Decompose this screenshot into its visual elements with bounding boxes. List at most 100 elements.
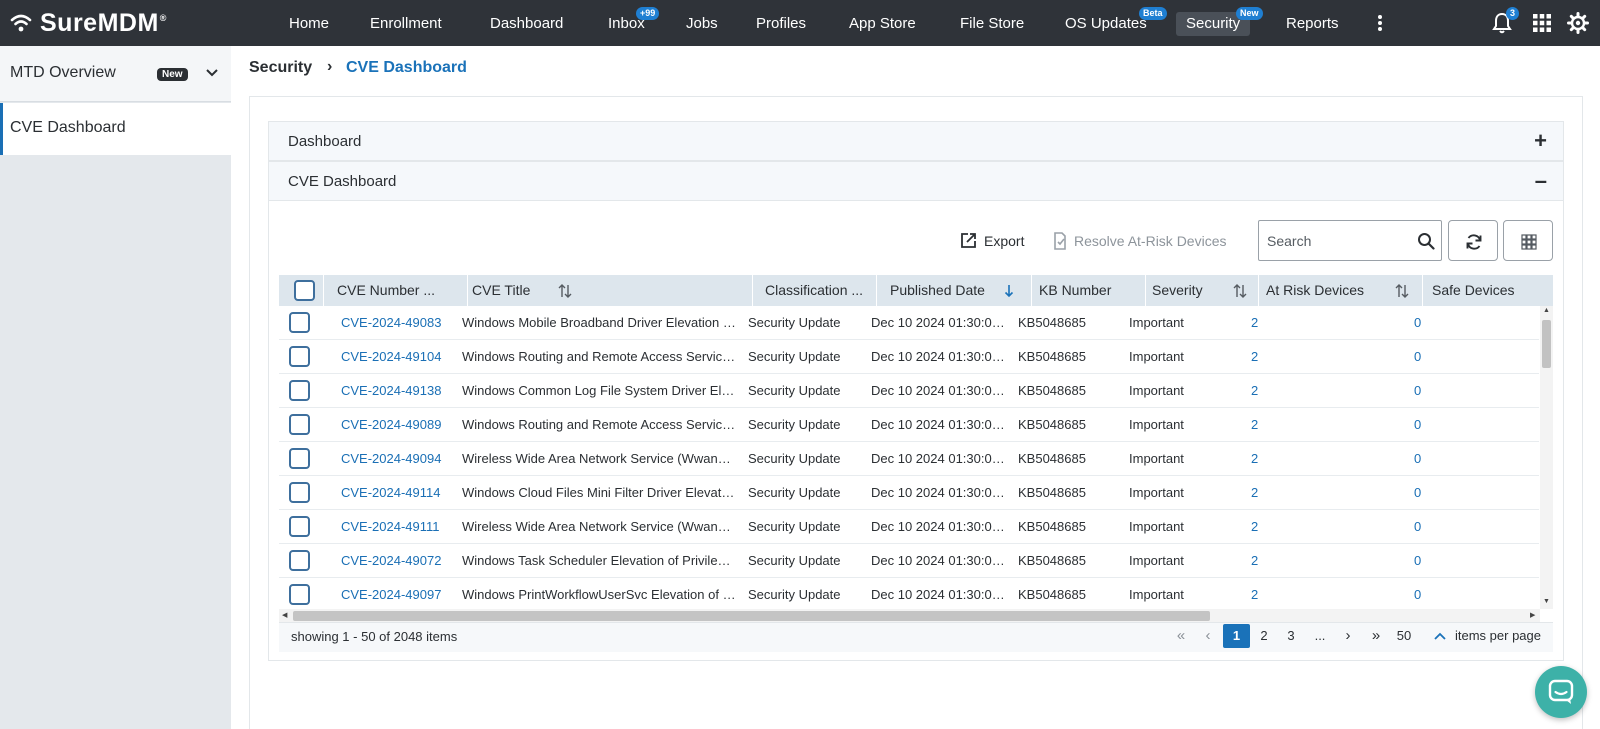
cell-cve-number[interactable]: CVE-2024-49094 (341, 442, 456, 476)
chat-support-button[interactable] (1535, 666, 1587, 718)
row-checkbox[interactable] (289, 516, 310, 537)
refresh-button[interactable] (1448, 220, 1498, 261)
scroll-down-icon[interactable]: ▼ (1543, 598, 1550, 605)
cell-safe-devices[interactable]: 0 (1414, 306, 1444, 340)
table-row[interactable]: CVE-2024-49097 Windows PrintWorkflowUserS… (279, 578, 1539, 609)
collapse-minus-icon[interactable]: – (1535, 168, 1547, 194)
accordion-dashboard[interactable]: Dashboard + (268, 121, 1564, 161)
sort-both-icon[interactable] (558, 283, 572, 299)
next-page-icon[interactable]: › (1341, 624, 1355, 648)
sort-down-icon[interactable] (1004, 283, 1014, 299)
col-at-risk-devices[interactable]: At Risk Devices (1266, 275, 1364, 306)
nav-profiles[interactable]: Profiles (756, 0, 806, 46)
nav-enrollment[interactable]: Enrollment (370, 0, 442, 46)
first-page-icon[interactable]: « (1173, 624, 1189, 648)
select-all-checkbox[interactable] (294, 280, 315, 301)
nav-file-store[interactable]: File Store (960, 0, 1024, 46)
sidebar-group-mtd-overview[interactable]: MTD Overview New (0, 46, 231, 102)
cell-safe-devices[interactable]: 0 (1414, 578, 1444, 609)
cell-safe-devices[interactable]: 0 (1414, 340, 1444, 374)
cell-at-risk-devices[interactable]: 2 (1251, 374, 1281, 408)
horizontal-scrollbar[interactable]: ◀ ▶ (279, 609, 1540, 622)
horizontal-scroll-thumb[interactable] (293, 611, 1210, 621)
nav-reports[interactable]: Reports (1286, 0, 1339, 46)
row-checkbox[interactable] (289, 312, 310, 333)
cell-safe-devices[interactable]: 0 (1414, 476, 1444, 510)
table-row[interactable]: CVE-2024-49094 Wireless Wide Area Network… (279, 442, 1539, 476)
row-checkbox[interactable] (289, 584, 310, 605)
gear-icon[interactable] (1566, 11, 1590, 35)
prev-page-icon[interactable]: ‹ (1201, 624, 1215, 648)
table-row[interactable]: CVE-2024-49072 Windows Task Scheduler Ele… (279, 544, 1539, 578)
breadcrumb-security[interactable]: Security (249, 59, 312, 77)
nav-app-store[interactable]: App Store (849, 0, 916, 46)
brand-logo[interactable]: SureMDM® (10, 8, 167, 38)
cell-at-risk-devices[interactable]: 2 (1251, 442, 1281, 476)
page-1[interactable]: 1 (1223, 624, 1250, 648)
vertical-scroll-thumb[interactable] (1542, 320, 1551, 368)
col-safe-devices[interactable]: Safe Devices (1432, 275, 1514, 306)
search-icon[interactable] (1417, 232, 1435, 250)
cell-safe-devices[interactable]: 0 (1414, 442, 1444, 476)
cell-cve-number[interactable]: CVE-2024-49097 (341, 578, 456, 609)
cell-safe-devices[interactable]: 0 (1414, 374, 1444, 408)
cell-at-risk-devices[interactable]: 2 (1251, 510, 1281, 544)
cell-safe-devices[interactable]: 0 (1414, 510, 1444, 544)
cell-cve-number[interactable]: CVE-2024-49114 (341, 476, 456, 510)
row-checkbox[interactable] (289, 414, 310, 435)
vertical-scrollbar[interactable]: ▲ ▼ (1540, 306, 1553, 609)
apps-grid-icon[interactable] (1530, 11, 1554, 35)
col-kb-number[interactable]: KB Number (1039, 275, 1111, 306)
table-row[interactable]: CVE-2024-49104 Windows Routing and Remote… (279, 340, 1539, 374)
page-2[interactable]: 2 (1256, 624, 1272, 648)
scroll-up-icon[interactable]: ▲ (1543, 307, 1550, 314)
cell-cve-number[interactable]: CVE-2024-49089 (341, 408, 456, 442)
row-checkbox[interactable] (289, 380, 310, 401)
page-size-select[interactable]: 50 (1394, 624, 1414, 648)
sort-both-icon[interactable] (1395, 283, 1409, 299)
cell-at-risk-devices[interactable]: 2 (1251, 578, 1281, 609)
sidebar-item-cve-dashboard[interactable]: CVE Dashboard (0, 103, 231, 155)
row-checkbox[interactable] (289, 482, 310, 503)
cell-cve-number[interactable]: CVE-2024-49104 (341, 340, 456, 374)
kebab-icon[interactable] (1377, 13, 1383, 33)
cell-at-risk-devices[interactable]: 2 (1251, 306, 1281, 340)
table-row[interactable]: CVE-2024-49111 Wireless Wide Area Network… (279, 510, 1539, 544)
page-3[interactable]: 3 (1283, 624, 1299, 648)
cell-cve-number[interactable]: CVE-2024-49083 (341, 306, 456, 340)
nav-home[interactable]: Home (289, 0, 329, 46)
col-cve-number[interactable]: CVE Number ... (337, 275, 435, 306)
nav-os-updates[interactable]: OS Updates (1065, 0, 1147, 46)
col-classification[interactable]: Classification ... (765, 275, 863, 306)
row-checkbox[interactable] (289, 448, 310, 469)
col-cve-title[interactable]: CVE Title (472, 275, 530, 306)
export-button[interactable]: Export (960, 232, 1024, 249)
chevron-down-icon[interactable] (205, 68, 219, 78)
accordion-cve-dashboard[interactable]: CVE Dashboard – (268, 161, 1564, 201)
cell-at-risk-devices[interactable]: 2 (1251, 408, 1281, 442)
cell-at-risk-devices[interactable]: 2 (1251, 340, 1281, 374)
cell-cve-number[interactable]: CVE-2024-49138 (341, 374, 456, 408)
cell-at-risk-devices[interactable]: 2 (1251, 476, 1281, 510)
table-row[interactable]: CVE-2024-49083 Windows Mobile Broadband D… (279, 306, 1539, 340)
cell-safe-devices[interactable]: 0 (1414, 544, 1444, 578)
last-page-icon[interactable]: » (1368, 624, 1384, 648)
column-chooser-button[interactable] (1503, 220, 1553, 261)
cell-safe-devices[interactable]: 0 (1414, 408, 1444, 442)
row-checkbox[interactable] (289, 346, 310, 367)
col-severity[interactable]: Severity (1152, 275, 1203, 306)
table-row[interactable]: CVE-2024-49114 Windows Cloud Files Mini F… (279, 476, 1539, 510)
expand-plus-icon[interactable]: + (1534, 128, 1547, 154)
nav-dashboard[interactable]: Dashboard (490, 0, 563, 46)
resolve-at-risk-button[interactable]: Resolve At-Risk Devices (1053, 232, 1227, 250)
scroll-right-icon[interactable]: ▶ (1530, 611, 1535, 619)
table-row[interactable]: CVE-2024-49138 Windows Common Log File Sy… (279, 374, 1539, 408)
cell-at-risk-devices[interactable]: 2 (1251, 544, 1281, 578)
page-ellipsis[interactable]: ... (1310, 624, 1330, 648)
cell-cve-number[interactable]: CVE-2024-49111 (341, 510, 456, 544)
col-published-date[interactable]: Published Date (890, 275, 985, 306)
table-row[interactable]: CVE-2024-49089 Windows Routing and Remote… (279, 408, 1539, 442)
cell-cve-number[interactable]: CVE-2024-49072 (341, 544, 456, 578)
scroll-left-icon[interactable]: ◀ (282, 611, 287, 619)
row-checkbox[interactable] (289, 550, 310, 571)
